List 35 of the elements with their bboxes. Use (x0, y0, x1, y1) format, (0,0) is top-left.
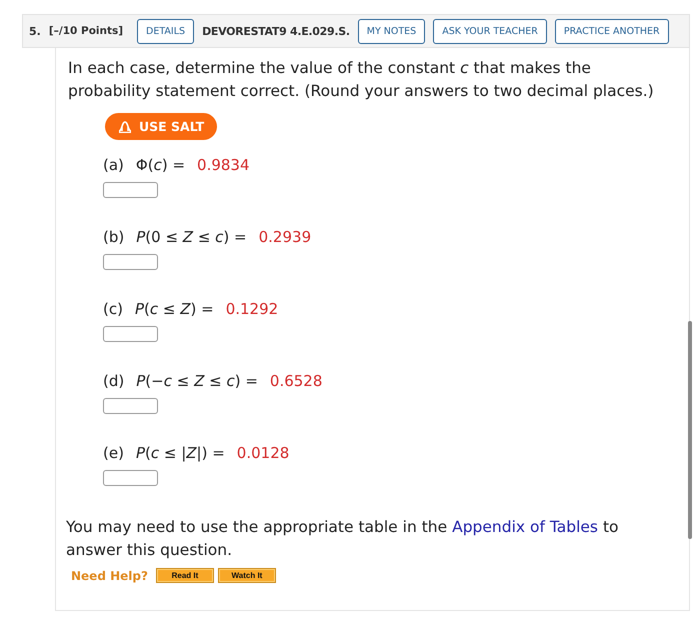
probability-value: 0.9834 (197, 156, 250, 174)
part-label: (a) (103, 156, 124, 174)
scrollbar[interactable] (688, 321, 692, 539)
problem-id: DEVORESTAT9 4.E.029.S. (202, 24, 350, 38)
answer-field[interactable] (103, 182, 158, 198)
header-button[interactable]: PRACTICE ANOTHER (554, 18, 669, 44)
math-expression: P(c ≤ |Z|) = (136, 444, 225, 462)
help-button[interactable]: Read It (156, 568, 214, 583)
help-button[interactable]: Watch It (218, 568, 276, 583)
question-prompt: In each case, determine the value of the constant c that makes the probability statement correct. (Round your answers to two decimal places.) (68, 58, 655, 102)
part-label: (e) (103, 444, 124, 462)
points-label: [–/10 Points] (48, 25, 124, 37)
bell-curve-icon (118, 120, 132, 133)
appendix-link[interactable]: Appendix of Tables (452, 518, 598, 536)
header-button[interactable]: MY NOTES (358, 18, 426, 44)
probability-value: 0.1292 (226, 300, 278, 318)
answer-field[interactable] (103, 254, 158, 270)
answer-field[interactable] (103, 398, 158, 414)
details-button[interactable]: DETAILS (137, 18, 194, 44)
math-expression: P(−c ≤ Z ≤ c) = (136, 372, 258, 390)
part-label: (c) (103, 300, 123, 318)
probability-value: 0.0128 (236, 444, 290, 462)
question-number: 5. (29, 24, 41, 38)
probability-value: 0.6528 (270, 372, 322, 390)
answer-field[interactable] (103, 326, 158, 342)
math-expression: Φ(c) = (136, 156, 186, 174)
answer-field[interactable] (103, 470, 158, 486)
instruction-text: You may need to use the appropriate table in the Appendix of Tables to answer this question. (66, 517, 620, 561)
math-expression: P(c ≤ Z) = (134, 300, 214, 318)
header-button[interactable]: ASK YOUR TEACHER (433, 18, 547, 44)
probability-value: 0.2939 (258, 228, 312, 246)
part-label: (d) (103, 372, 124, 390)
math-expression: P(0 ≤ Z ≤ c) = (136, 228, 247, 246)
help-label: Need Help? (71, 568, 148, 582)
part-label: (b) (103, 228, 124, 246)
